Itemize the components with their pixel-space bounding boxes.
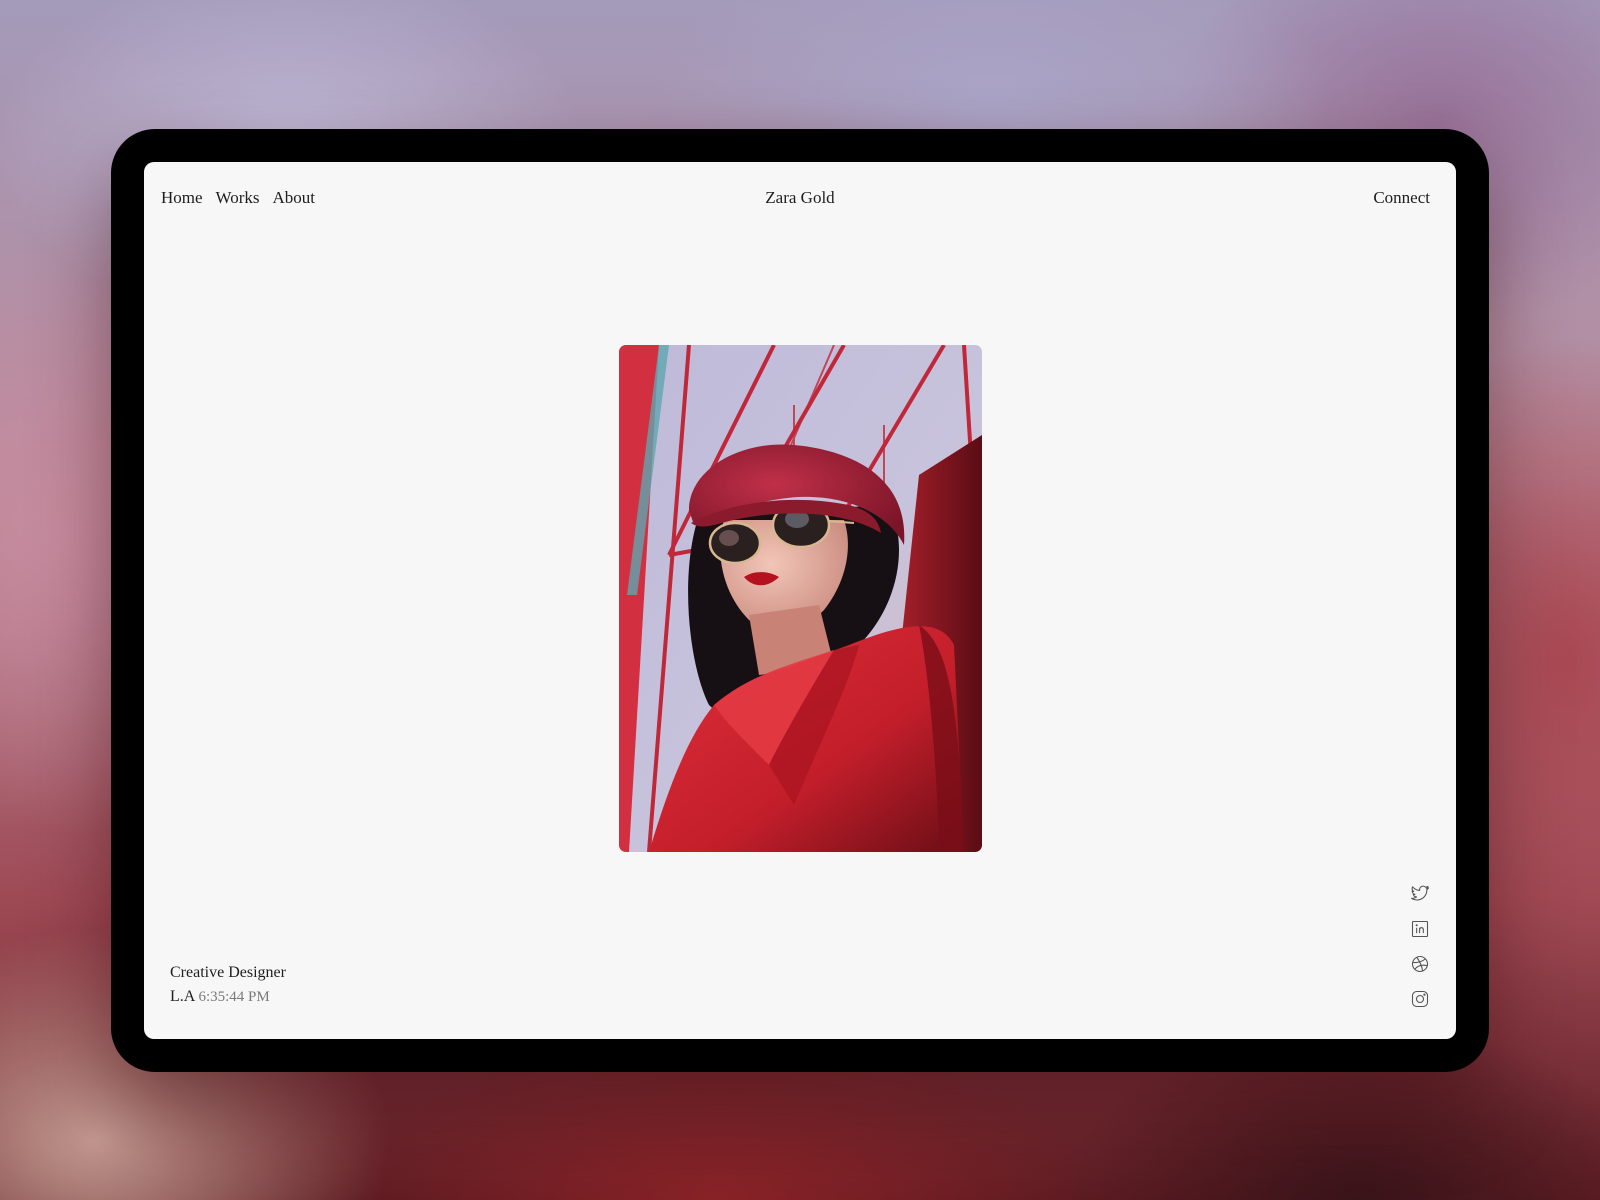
location-time: L.A 6:35:44 PM	[170, 985, 286, 1009]
role-text: Creative Designer	[170, 964, 286, 981]
bio-info: Creative Designer L.A 6:35:44 PM	[170, 961, 286, 1009]
hero-portrait-image	[619, 345, 982, 852]
website-screen: Home Works About Zara Gold Connect Creat…	[144, 162, 1456, 1039]
local-time: 6:35:44 PM	[198, 989, 270, 1005]
connect-link[interactable]: Connect	[1373, 188, 1430, 208]
twitter-icon[interactable]	[1410, 884, 1430, 904]
instagram-icon[interactable]	[1410, 989, 1430, 1009]
location-text: L.A	[170, 988, 195, 1005]
dribbble-icon[interactable]	[1410, 954, 1430, 974]
linkedin-icon[interactable]	[1410, 919, 1430, 939]
tablet-frame: Home Works About Zara Gold Connect Creat…	[111, 129, 1489, 1072]
social-links	[1410, 884, 1430, 1009]
site-brand-name[interactable]: Zara Gold	[144, 188, 1456, 208]
